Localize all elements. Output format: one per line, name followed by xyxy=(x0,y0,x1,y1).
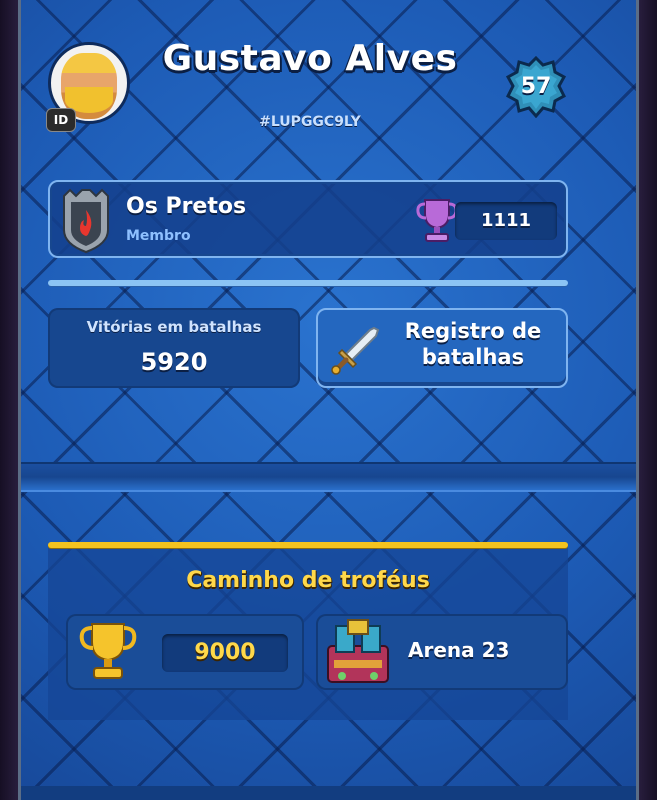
arena-card[interactable]: Arena 23 xyxy=(316,614,568,690)
trophy-road-gold-line xyxy=(48,542,568,548)
battle-log-label: Registro de batalhas xyxy=(404,319,542,369)
clan-trophy-count: 1111 xyxy=(455,202,557,240)
sword-icon xyxy=(331,326,380,375)
player-tag[interactable]: #LUPGGC9LY xyxy=(185,114,435,130)
purple-trophy-icon xyxy=(416,199,458,242)
clan-name: Os Pretos xyxy=(126,194,247,219)
wins-value: 5920 xyxy=(140,348,208,376)
section-divider xyxy=(21,462,636,492)
player-name: Gustavo Alves xyxy=(162,38,458,79)
wins-label: Vitórias em batalhas xyxy=(86,318,262,336)
right-edge xyxy=(637,0,657,800)
level-number: 57 xyxy=(520,74,552,99)
arena-icon xyxy=(327,619,389,683)
gold-trophy-icon xyxy=(79,623,137,679)
battle-log-button[interactable]: Registro de batalhas xyxy=(316,308,568,388)
panel-bottom-edge xyxy=(21,786,636,800)
trophy-road-title: Caminho de troféus xyxy=(186,568,430,593)
clan-role: Membro xyxy=(126,228,191,244)
clan-shield-icon xyxy=(63,188,109,254)
clan-card[interactable]: Os Pretos Membro 1111 xyxy=(48,180,568,258)
left-edge xyxy=(0,0,20,800)
id-badge[interactable]: ID xyxy=(46,108,76,132)
separator-line xyxy=(48,280,568,286)
arena-name: Arena 23 xyxy=(408,638,510,662)
wins-card: Vitórias em batalhas 5920 xyxy=(48,308,300,388)
trophy-road-count: 9000 xyxy=(162,634,288,672)
trophy-count-card[interactable]: 9000 xyxy=(66,614,304,690)
